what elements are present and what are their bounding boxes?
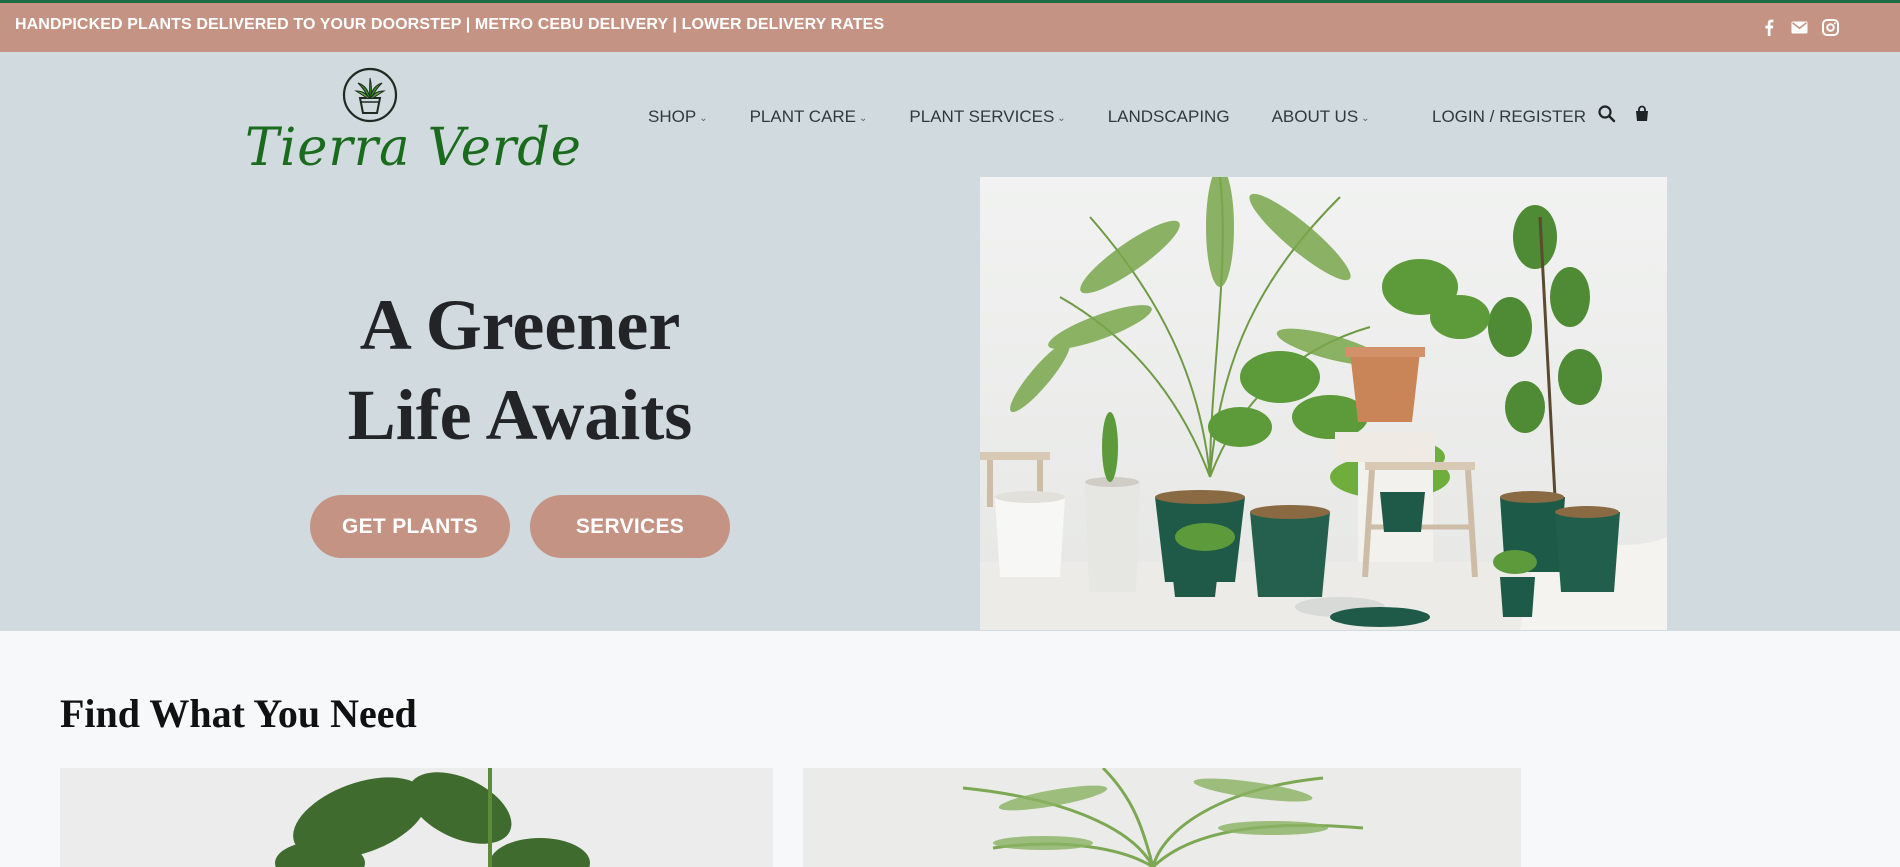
announcement-text: HANDPICKED PLANTS DELIVERED TO YOUR DOOR… — [15, 16, 885, 33]
nav-item-label: LANDSCAPING — [1107, 107, 1230, 126]
category-card-image — [803, 768, 1521, 867]
services-button[interactable]: SERVICES — [530, 495, 730, 558]
facebook-icon[interactable] — [1759, 18, 1778, 37]
nav-item-plant-services[interactable]: PLANT SERVICES ⌄ — [909, 107, 1065, 127]
hero-plants-image — [980, 177, 1667, 630]
category-card[interactable] — [803, 768, 1521, 867]
chevron-down-icon: ⌄ — [859, 112, 868, 124]
email-icon[interactable] — [1790, 18, 1809, 37]
headline-line-2: Life Awaits — [347, 375, 693, 455]
nav-item-label: SHOP — [648, 107, 697, 126]
chevron-down-icon: ⌄ — [1057, 112, 1066, 124]
instagram-icon[interactable] — [1821, 18, 1840, 37]
plant-pot-logo-icon — [342, 67, 398, 123]
nav-item-label: ABOUT US — [1271, 107, 1359, 126]
shopping-bag-icon[interactable] — [1632, 104, 1652, 124]
chevron-down-icon: ⌄ — [1361, 112, 1370, 124]
announcement-bar: HANDPICKED PLANTS DELIVERED TO YOUR DOOR… — [0, 0, 1900, 52]
nav-item-label: PLANT CARE — [749, 107, 857, 126]
search-icon[interactable] — [1597, 104, 1617, 124]
category-card-image — [60, 768, 773, 867]
nav-item-about-us[interactable]: ABOUT US ⌄ — [1272, 107, 1370, 127]
get-plants-button[interactable]: GET PLANTS — [310, 495, 510, 558]
brand-logo[interactable]: Tierra Verde — [245, 66, 581, 178]
section-title: Find What You Need — [60, 691, 417, 736]
category-card[interactable] — [60, 768, 773, 867]
brand-name: Tierra Verde — [245, 118, 582, 178]
main-nav: SHOP ⌄ PLANT CARE ⌄ PLANT SERVICES ⌄ LAN… — [648, 107, 1412, 127]
nav-item-label: PLANT SERVICES — [909, 107, 1055, 126]
headline-line-1: A Greener — [359, 285, 681, 365]
nav-item-plant-care[interactable]: PLANT CARE ⌄ — [750, 107, 868, 127]
login-register-link[interactable]: LOGIN / REGISTER — [1432, 107, 1586, 127]
chevron-down-icon: ⌄ — [699, 112, 708, 124]
nav-item-shop[interactable]: SHOP ⌄ — [648, 107, 708, 127]
nav-item-landscaping[interactable]: LANDSCAPING — [1108, 107, 1230, 127]
hero-headline: A Greener Life Awaits — [330, 280, 710, 460]
social-links — [1759, 18, 1840, 37]
